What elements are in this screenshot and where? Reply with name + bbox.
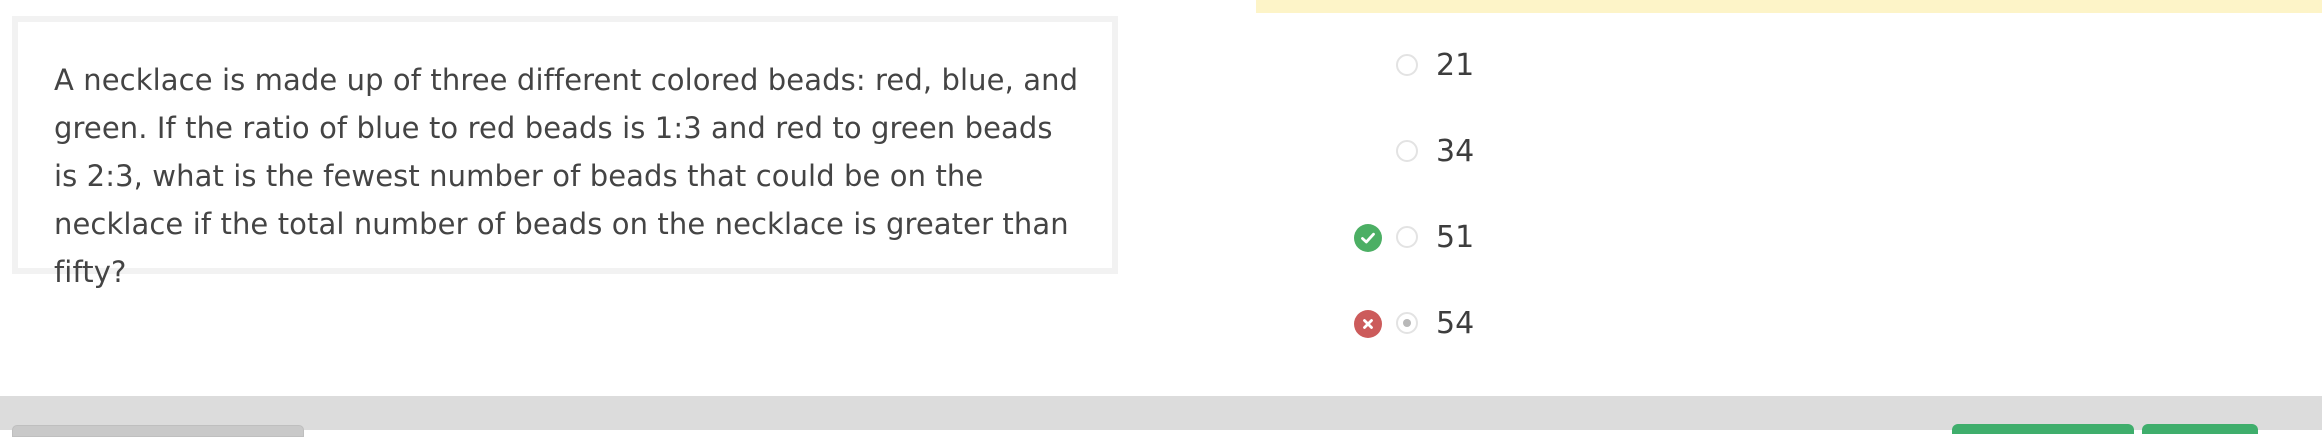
feedback-banner — [1256, 0, 2322, 13]
footer-bar — [0, 396, 2322, 437]
answer-choice-54[interactable]: 54 — [1354, 304, 1574, 344]
choice-radio-selected[interactable] — [1396, 312, 1418, 334]
choice-label: 34 — [1436, 134, 1475, 169]
footer-secondary-button[interactable] — [12, 425, 304, 437]
question-card: A necklace is made up of three different… — [12, 16, 1118, 289]
answer-choice-21[interactable]: 21 — [1354, 46, 1574, 86]
footer-next-button[interactable] — [2142, 424, 2258, 434]
answer-choice-34[interactable]: 34 — [1354, 132, 1574, 172]
choice-radio[interactable] — [1396, 140, 1418, 162]
choice-label: 51 — [1436, 220, 1475, 255]
answer-choice-51[interactable]: 51 — [1354, 218, 1574, 258]
choice-radio[interactable] — [1396, 54, 1418, 76]
footer-primary-button[interactable] — [1952, 424, 2134, 434]
check-circle-icon — [1354, 224, 1382, 252]
question-text: A necklace is made up of three different… — [54, 63, 1079, 289]
x-circle-icon — [1354, 310, 1382, 338]
choice-label: 54 — [1436, 306, 1475, 341]
choice-label: 21 — [1436, 48, 1475, 83]
choice-radio[interactable] — [1396, 226, 1418, 248]
